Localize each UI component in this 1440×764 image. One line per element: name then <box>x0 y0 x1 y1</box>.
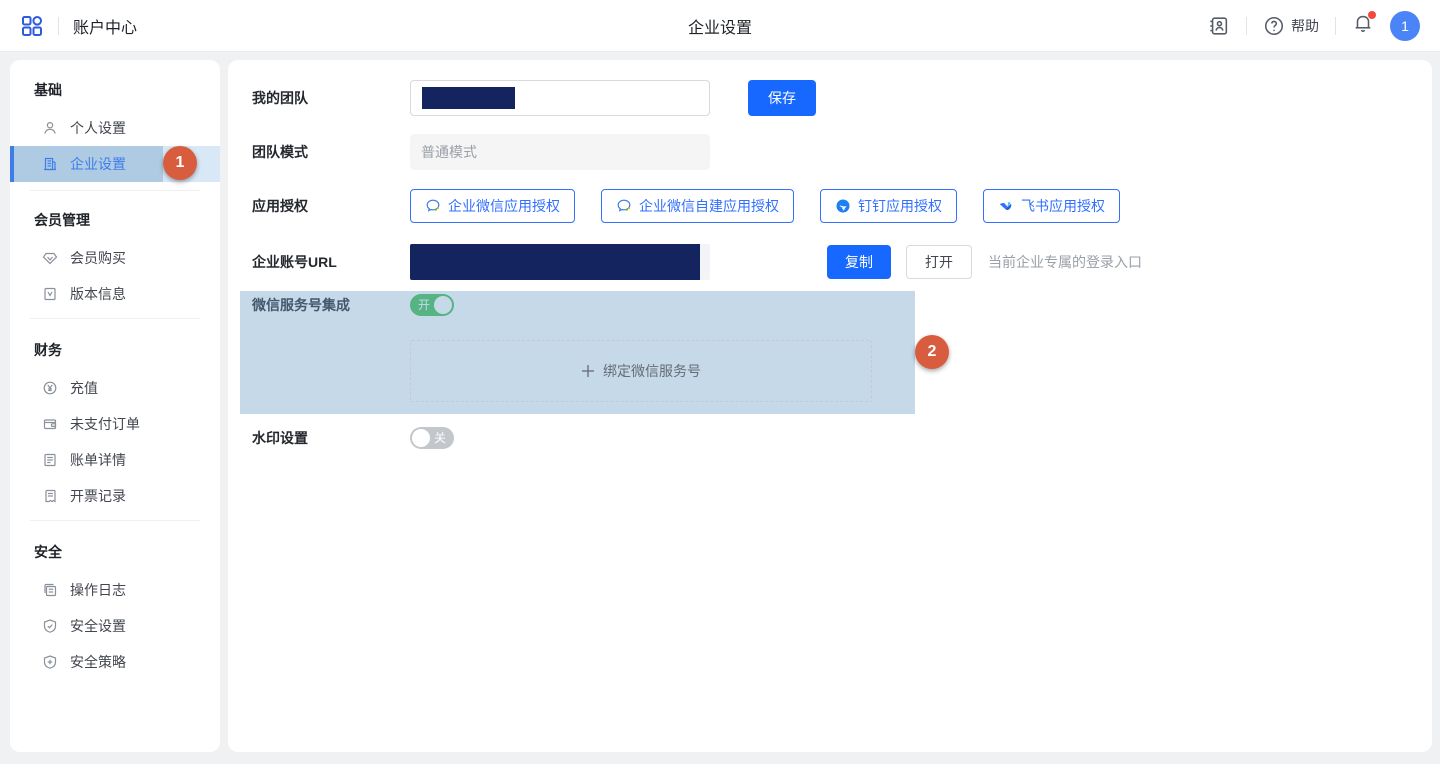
enterprise-settings-panel: 我的团队 保存 团队模式 普通模式 应用授权 企业微信应用授权 <box>228 60 1432 752</box>
redacted-enterprise-url <box>410 244 700 280</box>
help-label: 帮助 <box>1291 16 1319 36</box>
url-hint-text: 当前企业专属的登录入口 <box>988 252 1142 272</box>
sidebar-item-label: 版本信息 <box>70 284 126 304</box>
wecom-icon <box>616 198 632 214</box>
app-name: 账户中心 <box>73 14 137 38</box>
watermark-toggle[interactable]: 关 <box>410 427 454 449</box>
sidebar-item-personal-settings[interactable]: 个人设置 <box>10 110 220 146</box>
sidebar-item-version-info[interactable]: 版本信息 <box>10 276 220 312</box>
sidebar-section-security: 安全 <box>34 542 62 562</box>
open-url-button[interactable]: 打开 <box>906 245 972 279</box>
sidebar-item-invoice-records[interactable]: 开票记录 <box>10 478 220 514</box>
team-name-row: 我的团队 保存 <box>252 80 1408 116</box>
sidebar-item-label: 企业设置 <box>70 154 126 174</box>
gem-icon <box>42 250 58 266</box>
watermark-row: 水印设置 关 <box>252 424 454 451</box>
watermark-label: 水印设置 <box>252 428 410 448</box>
wechat-service-toggle[interactable]: 开 <box>410 294 454 316</box>
help-button[interactable]: 帮助 <box>1263 15 1319 37</box>
wecom-selfbuilt-auth-button[interactable]: 企业微信自建应用授权 <box>601 189 794 223</box>
dingtalk-icon <box>835 198 851 214</box>
invoice-icon <box>42 488 58 504</box>
sidebar-section-basic: 基础 <box>34 80 62 100</box>
yuan-circle-icon <box>42 380 58 396</box>
sidebar-item-label: 开票记录 <box>70 486 126 506</box>
sidebar-divider <box>30 190 200 191</box>
wecom-icon <box>425 198 441 214</box>
help-circle-icon <box>1263 15 1285 37</box>
bind-wechat-service-button[interactable]: 绑定微信服务号 <box>410 340 872 402</box>
sidebar-item-security-policy[interactable]: 安全策略 <box>10 644 220 680</box>
topbar-divider <box>1246 17 1247 35</box>
notification-dot <box>1368 11 1376 19</box>
wecom-selfbuilt-auth-label: 企业微信自建应用授权 <box>639 196 779 216</box>
sidebar-item-label: 操作日志 <box>70 580 126 600</box>
save-button[interactable]: 保存 <box>748 80 816 116</box>
sidebar-item-label: 安全设置 <box>70 616 126 636</box>
toggle-knob <box>412 429 430 447</box>
sidebar-item-label: 安全策略 <box>70 652 126 672</box>
toggle-on-label: 开 <box>418 298 430 312</box>
team-mode-row: 团队模式 普通模式 <box>252 134 710 170</box>
enterprise-url-field <box>410 244 710 280</box>
feishu-icon <box>998 198 1014 214</box>
enterprise-url-row: 企业账号URL 复制 打开 当前企业专属的登录入口 <box>252 244 1142 280</box>
wecom-auth-button[interactable]: 企业微信应用授权 <box>410 189 575 223</box>
sidebar-item-label: 个人设置 <box>70 118 126 138</box>
log-copy-icon <box>42 582 58 598</box>
bind-wechat-service-label: 绑定微信服务号 <box>603 361 701 381</box>
plus-icon <box>581 364 595 378</box>
avatar[interactable]: 1 <box>1390 11 1420 41</box>
enterprise-url-label: 企业账号URL <box>252 252 410 272</box>
sidebar-item-label: 账单详情 <box>70 450 126 470</box>
wechat-service-label: 微信服务号集成 <box>252 295 410 315</box>
notifications-button[interactable] <box>1352 12 1374 39</box>
team-name-label: 我的团队 <box>252 88 410 108</box>
app-auth-row: 应用授权 企业微信应用授权 企业微信自建应用授权 <box>252 188 1120 224</box>
dingtalk-auth-button[interactable]: 钉钉应用授权 <box>820 189 957 223</box>
dingtalk-auth-label: 钉钉应用授权 <box>858 196 942 216</box>
annotation-badge-2: 2 <box>915 335 949 369</box>
building-icon <box>42 156 58 172</box>
team-name-input[interactable] <box>410 80 710 116</box>
sidebar-item-enterprise-settings[interactable]: 企业设置 <box>10 146 220 182</box>
team-mode-field: 普通模式 <box>410 134 710 170</box>
sidebar-item-membership-purchase[interactable]: 会员购买 <box>10 240 220 276</box>
sidebar-item-unpaid-orders[interactable]: 未支付订单 <box>10 406 220 442</box>
team-mode-label: 团队模式 <box>252 142 410 162</box>
version-doc-icon <box>42 286 58 302</box>
toggle-knob <box>434 296 452 314</box>
bill-list-icon <box>42 452 58 468</box>
topbar: 账户中心 企业设置 帮助 <box>0 0 1440 52</box>
wechat-service-integration-row: 微信服务号集成 开 <box>252 291 454 318</box>
topbar-divider <box>58 17 59 35</box>
sidebar-item-recharge[interactable]: 充值 <box>10 370 220 406</box>
topbar-divider <box>1335 17 1336 35</box>
sidebar-section-finance: 财务 <box>34 340 62 360</box>
shield-plus-icon <box>42 654 58 670</box>
redacted-team-name <box>422 87 515 109</box>
sidebar-section-membership: 会员管理 <box>34 210 90 230</box>
apps-grid-icon[interactable] <box>20 14 44 38</box>
sidebar-divider <box>30 318 200 319</box>
feishu-auth-button[interactable]: 飞书应用授权 <box>983 189 1120 223</box>
sidebar: 基础 个人设置 企业设置 会员管理 会员购买 <box>10 60 220 752</box>
wallet-icon <box>42 416 58 432</box>
contacts-book-icon[interactable] <box>1208 15 1230 37</box>
sidebar-item-label: 会员购买 <box>70 248 126 268</box>
team-mode-value: 普通模式 <box>421 142 477 162</box>
wecom-auth-label: 企业微信应用授权 <box>448 196 560 216</box>
feishu-auth-label: 飞书应用授权 <box>1021 196 1105 216</box>
sidebar-item-operation-logs[interactable]: 操作日志 <box>10 572 220 608</box>
user-icon <box>42 120 58 136</box>
toggle-off-label: 关 <box>434 431 446 445</box>
sidebar-item-label: 未支付订单 <box>70 414 140 434</box>
sidebar-divider <box>30 520 200 521</box>
shield-check-icon <box>42 618 58 634</box>
sidebar-item-security-settings[interactable]: 安全设置 <box>10 608 220 644</box>
sidebar-item-label: 充值 <box>70 378 98 398</box>
copy-url-button[interactable]: 复制 <box>827 245 891 279</box>
app-auth-label: 应用授权 <box>252 196 410 216</box>
sidebar-item-bill-details[interactable]: 账单详情 <box>10 442 220 478</box>
